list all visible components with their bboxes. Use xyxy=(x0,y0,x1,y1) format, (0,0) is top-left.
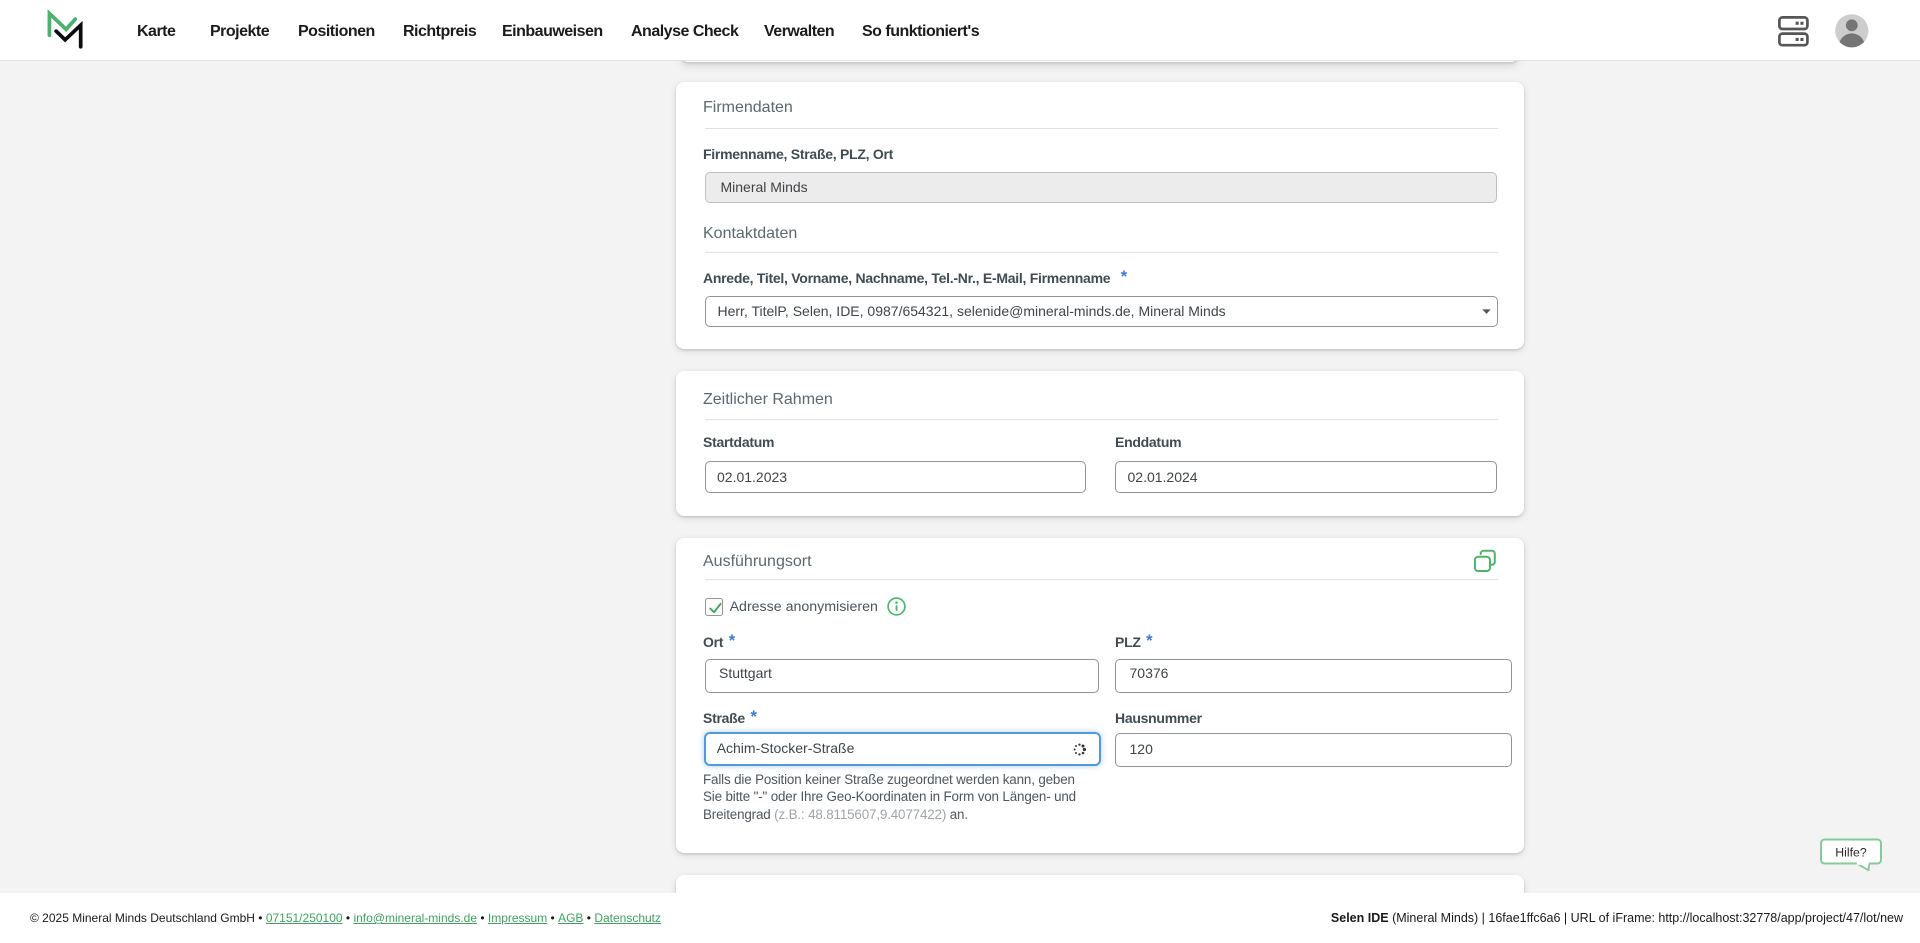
svg-text:Hilfe?: Hilfe? xyxy=(1835,846,1867,860)
